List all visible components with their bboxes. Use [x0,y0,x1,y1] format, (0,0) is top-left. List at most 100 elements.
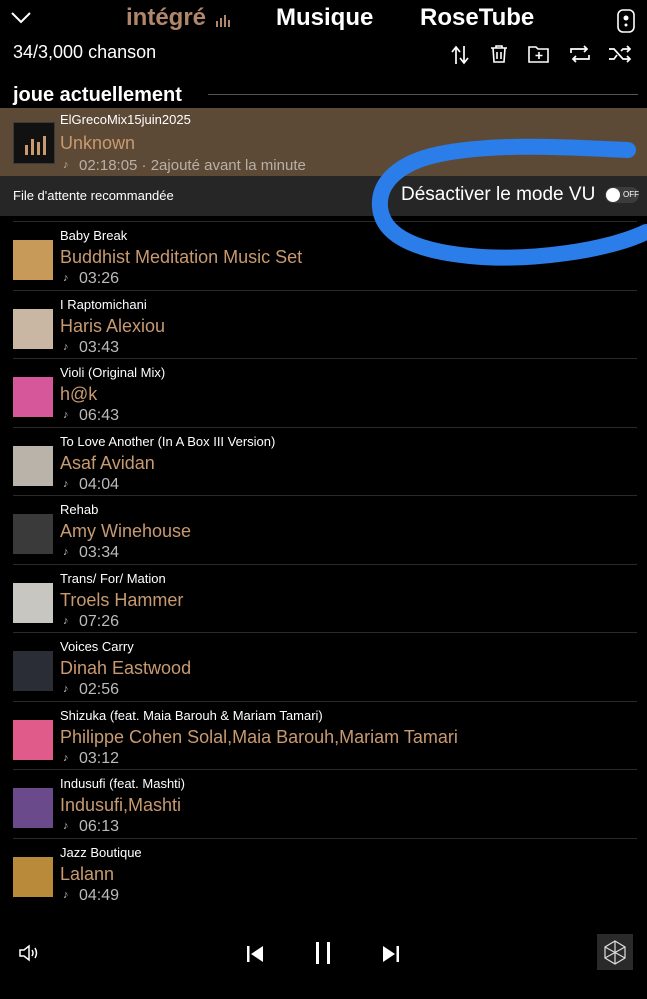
song-row[interactable]: Violi (Original Mix) h@k ♪ 06:43 [0,358,647,433]
song-album: To Love Another (In A Box III Version) [60,433,276,449]
now-playing-artist: Unknown [60,133,136,153]
song-count: 34/3,000 chanson [13,42,157,62]
music-note-icon: ♪ [63,683,69,695]
song-duration: 02:56 [79,681,120,698]
shuffle-icon[interactable] [608,45,632,63]
row-divider [13,358,637,359]
song-row[interactable]: Rehab Amy Winehouse ♪ 03:34 [0,495,647,570]
row-divider [13,632,637,633]
song-duration: 03:12 [79,749,120,767]
now-playing-artwork [13,122,55,164]
row-divider [13,837,637,839]
song-duration: 07:26 [79,612,120,630]
song-album: Rehab [60,502,99,517]
album-artwork [13,651,53,691]
music-note-icon: ♪ [63,340,69,353]
toggle-knob [606,188,620,202]
song-artist: Indusufi,Mashti [60,795,182,815]
music-note-icon: ♪ [63,409,69,421]
tab-integre[interactable]: intégré [126,4,206,32]
now-playing-album: ElGrecoMix15juin2025 [60,112,191,127]
row-divider [13,221,637,222]
song-row[interactable]: Shizuka (feat. Maia Barouh & Mariam Tama… [0,700,647,776]
now-playing-title: joue actuellement [13,84,182,106]
song-album: Violi (Original Mix) [60,365,166,380]
album-artwork [13,856,53,897]
album-artwork [13,719,53,760]
song-artist: Dinah Eastwood [60,658,192,678]
song-row[interactable]: I Raptomichani Haris Alexiou ♪ 03:43 [0,289,647,365]
music-note-icon: ♪ [63,614,69,627]
song-duration: 06:43 [79,407,120,424]
volume-icon[interactable] [18,944,40,962]
now-playing-meta: 02:18:05 · 2ajouté avant la minute [79,157,306,174]
song-artist: h@k [60,384,98,404]
pause-icon[interactable] [314,940,332,966]
album-artwork [13,514,53,554]
cast-icon[interactable] [597,934,633,970]
music-note-icon: ♪ [63,477,69,490]
album-artwork [13,445,53,486]
music-note-icon: ♪ [63,888,69,901]
song-artist: Amy Winehouse [60,521,192,541]
song-artist: Asaf Avidan [60,452,155,473]
song-duration: 06:13 [79,818,120,835]
music-note-icon: ♪ [63,272,69,284]
song-artist: Philippe Cohen Solal,Maia Barouh,Mariam … [60,726,458,747]
chevron-down-icon[interactable] [10,10,32,26]
song-album: Indusufi (feat. Mashti) [60,776,185,791]
song-duration: 04:04 [79,475,120,493]
vu-mode-toggle[interactable]: OFF [605,187,639,203]
player-bar [0,920,647,999]
song-row[interactable]: Jazz Boutique Lalann ♪ 04:49 [0,837,647,913]
sort-icon[interactable] [451,44,469,66]
recommended-queue-label[interactable]: File d'attente recommandée [13,188,174,203]
song-artist: Buddhist Meditation Music Set [60,247,303,267]
row-divider [13,769,637,770]
song-duration: 03:34 [79,544,120,561]
row-divider [13,426,637,428]
song-duration: 04:49 [79,886,120,904]
song-duration: 03:43 [79,338,120,356]
trash-icon[interactable] [489,44,509,64]
song-album: Voices Carry [60,639,134,654]
equalizer-icon [216,15,230,27]
music-note-icon: ♪ [63,546,69,558]
recommended-queue-row: File d'attente recommandée Désactiver le… [0,176,647,216]
song-row[interactable]: Trans/ For/ Mation Troels Hammer ♪ 07:26 [0,563,647,639]
vu-mode-label: Désactiver le mode VU [401,184,596,205]
tab-rosetube[interactable]: RoseTube [420,4,534,32]
repeat-icon[interactable] [568,45,592,63]
album-artwork [13,377,53,417]
tab-musique[interactable]: Musique [276,4,373,32]
song-row[interactable]: Voices Carry Dinah Eastwood ♪ 02:56 [0,632,647,707]
song-album: Trans/ For/ Mation [60,570,166,586]
now-playing-row[interactable]: ElGrecoMix15juin2025 Unknown ♪ 02:18:05 … [0,108,647,176]
row-divider [13,289,637,291]
song-row[interactable]: Indusufi (feat. Mashti) Indusufi,Mashti ♪ 0… [0,769,647,844]
song-duration: 03:26 [79,270,120,287]
song-row[interactable]: Baby Break Buddhist Meditation Music Set ♪… [0,221,647,296]
row-divider [13,495,637,496]
music-note-icon: ♪ [63,159,69,171]
row-divider [13,700,637,702]
song-album: Jazz Boutique [60,844,142,860]
music-note-icon: ♪ [63,820,69,832]
song-artist: Troels Hammer [60,589,184,610]
song-artist: Lalann [60,863,115,884]
add-to-folder-icon[interactable] [528,44,550,64]
album-artwork [13,308,53,349]
song-row[interactable]: To Love Another (In A Box III Version) As… [0,426,647,502]
album-artwork [13,240,53,280]
remote-icon[interactable] [617,9,635,33]
next-icon[interactable] [382,944,400,964]
section-divider [208,94,638,95]
music-note-icon: ♪ [63,751,69,764]
album-artwork [13,788,53,828]
top-bar: intégré Musique RoseTube 34/3,000 chanso… [0,0,647,80]
song-album: Baby Break [60,228,128,243]
song-artist: Haris Alexiou [60,315,166,336]
previous-icon[interactable] [246,944,264,964]
row-divider [13,563,637,565]
album-artwork [13,582,53,623]
